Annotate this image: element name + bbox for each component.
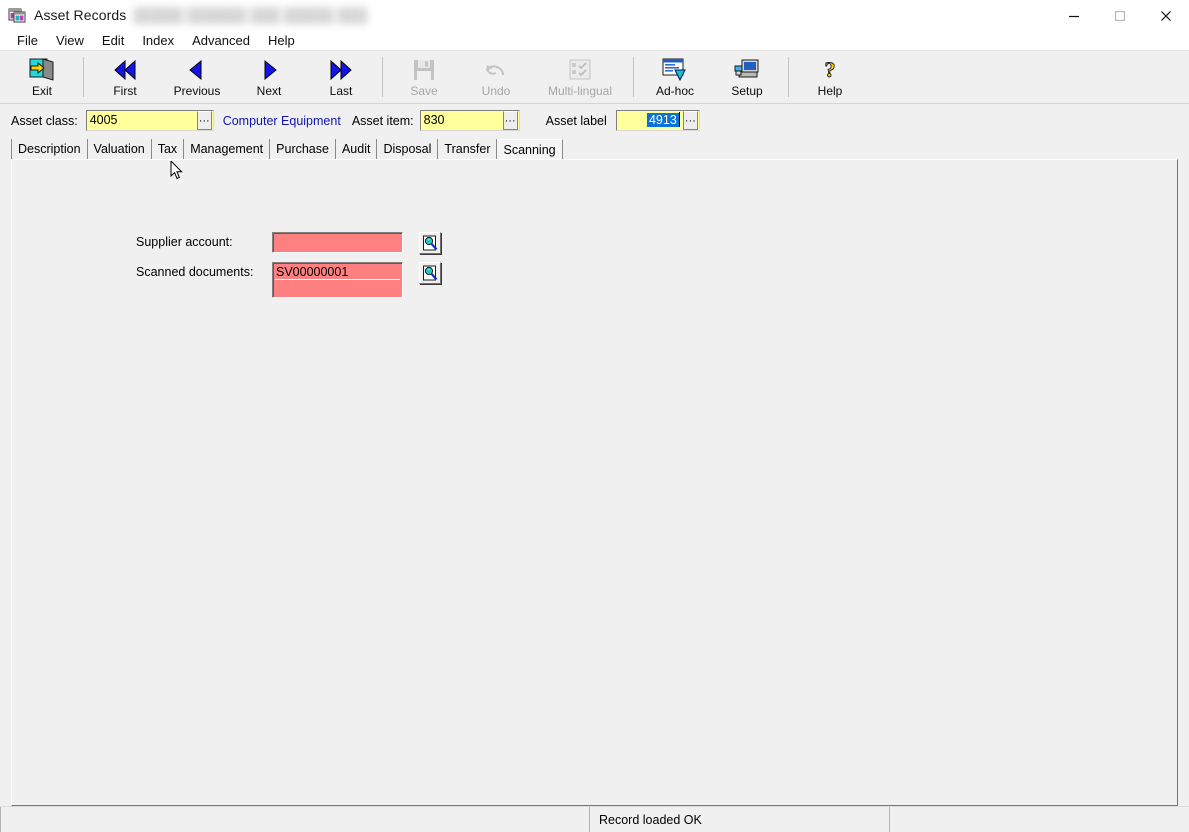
tab-transfer[interactable]: Transfer <box>438 139 498 159</box>
asset-class-lookup-button[interactable]: ··· <box>196 111 212 130</box>
tab-scanning[interactable]: Scanning <box>497 139 563 159</box>
toolbar-button-undo: Undo <box>460 52 532 102</box>
toolbar-button-save: Save <box>388 52 460 102</box>
asset-item-field[interactable]: ··· <box>419 110 520 131</box>
asset-label-lookup-button[interactable]: ··· <box>682 111 698 130</box>
previous-record-icon <box>183 57 211 83</box>
status-bar: Record loaded OK <box>0 806 1189 832</box>
tab-tax[interactable]: Tax <box>151 139 185 159</box>
last-record-icon <box>327 57 355 83</box>
tab-valuation[interactable]: Valuation <box>87 139 152 159</box>
toolbar-button-multi-lingual: Multi-lingual <box>532 52 628 102</box>
status-panel-right <box>890 807 1189 832</box>
close-button[interactable] <box>1143 0 1189 31</box>
scanning-tab-panel: Supplier account: Scanned documents: SV0… <box>11 159 1178 806</box>
minimize-button[interactable] <box>1051 0 1097 31</box>
menu-index[interactable]: Index <box>133 32 183 50</box>
toolbar-button-first[interactable]: First <box>89 52 161 102</box>
magnifier-document-icon <box>422 265 437 280</box>
save-disk-icon <box>410 57 438 83</box>
menu-file[interactable]: File <box>8 32 47 50</box>
exit-door-icon <box>28 57 56 83</box>
menu-advanced[interactable]: Advanced <box>183 32 259 50</box>
toolbar-separator <box>382 57 383 97</box>
setup-computer-icon <box>733 57 761 83</box>
toolbar-label-previous: Previous <box>173 83 221 98</box>
toolbar-button-previous[interactable]: Previous <box>161 52 233 102</box>
status-panel-message: Record loaded OK <box>590 807 890 832</box>
toolbar-button-adhoc[interactable]: Ad-hoc <box>639 52 711 102</box>
toolbar-label-help: Help <box>817 83 843 98</box>
toolbar-separator <box>788 57 789 97</box>
toolbar-button-setup[interactable]: Setup <box>711 52 783 102</box>
window-title: Asset Records <box>34 7 127 23</box>
toolbar-button-help[interactable]: ? Help <box>794 52 866 102</box>
svg-text:?: ? <box>825 58 836 82</box>
supplier-account-label: Supplier account: <box>136 235 233 249</box>
menu-edit[interactable]: Edit <box>93 32 133 50</box>
multi-lingual-icon <box>566 57 594 83</box>
supplier-account-input[interactable] <box>272 232 403 253</box>
tab-disposal[interactable]: Disposal <box>377 139 439 159</box>
toolbar-separator <box>83 57 84 97</box>
asset-item-lookup-button[interactable]: ··· <box>502 111 518 130</box>
tab-audit[interactable]: Audit <box>335 139 378 159</box>
window-title-redacted: █████ ██████ ███ █████ ███ <box>133 7 368 23</box>
asset-label-selected-value: 4913 <box>646 113 679 127</box>
toolbar-label-adhoc: Ad-hoc <box>655 83 695 98</box>
title-bar: Asset Records █████ ██████ ███ █████ ███ <box>0 0 1189 31</box>
toolbar-label-exit: Exit <box>31 83 52 98</box>
toolbar: Exit First Previous Next Last Save Undo … <box>0 51 1189 104</box>
toolbar-button-next[interactable]: Next <box>233 52 305 102</box>
maximize-button[interactable] <box>1097 0 1143 31</box>
toolbar-label-save: Save <box>410 83 438 98</box>
asset-class-description: Computer Equipment <box>222 113 341 128</box>
asset-class-field[interactable]: ··· <box>85 110 214 131</box>
asset-label-field[interactable]: 4913 ··· <box>615 110 700 131</box>
ad-hoc-report-icon <box>661 57 689 83</box>
toolbar-label-setup: Setup <box>731 83 763 98</box>
scanned-documents-list[interactable]: SV00000001 <box>272 262 403 298</box>
menu-view[interactable]: View <box>47 32 93 50</box>
supplier-account-lookup-button[interactable] <box>419 232 441 254</box>
tab-strip: Description Valuation Tax Management Pur… <box>0 137 1189 159</box>
toolbar-button-last[interactable]: Last <box>305 52 377 102</box>
tab-description[interactable]: Description <box>11 139 88 159</box>
supplier-account-row: Supplier account: <box>136 232 441 254</box>
scanned-documents-label: Scanned documents: <box>136 265 254 279</box>
list-item[interactable] <box>275 280 400 296</box>
scanned-documents-lookup-button[interactable] <box>419 262 441 284</box>
tab-management[interactable]: Management <box>184 139 271 159</box>
list-item[interactable]: SV00000001 <box>275 264 400 280</box>
status-panel-left <box>0 807 590 832</box>
window-controls <box>1051 0 1189 31</box>
toolbar-label-first: First <box>113 83 137 98</box>
asset-item-input[interactable] <box>420 111 503 130</box>
tab-purchase[interactable]: Purchase <box>270 139 336 159</box>
text-caret <box>678 112 680 127</box>
header-field-row: Asset class: ··· Computer Equipment Asse… <box>0 104 1189 137</box>
menu-help[interactable]: Help <box>259 32 304 50</box>
undo-arrow-icon <box>482 57 510 83</box>
asset-class-input[interactable] <box>86 111 197 130</box>
toolbar-label-multi-lingual: Undo <box>481 83 511 98</box>
menu-bar: File View Edit Index Advanced Help <box>0 31 1189 51</box>
toolbar-label-last: Last <box>329 83 353 98</box>
next-record-icon <box>255 57 283 83</box>
help-question-icon: ? <box>816 57 844 83</box>
first-record-icon <box>111 57 139 83</box>
asset-class-label: Asset class: <box>11 113 78 128</box>
asset-label-value-area[interactable]: 4913 <box>616 111 683 130</box>
toolbar-button-exit[interactable]: Exit <box>6 52 78 102</box>
scanned-documents-row: Scanned documents: SV00000001 <box>136 262 441 298</box>
asset-item-label: Asset item: <box>351 113 414 128</box>
toolbar-separator <box>633 57 634 97</box>
window-app-icon <box>8 6 26 24</box>
toolbar-label-next: Next <box>256 83 282 98</box>
asset-label-label: Asset label <box>545 113 607 128</box>
application-window: Asset Records █████ ██████ ███ █████ ███… <box>0 0 1189 832</box>
magnifier-document-icon <box>422 235 437 250</box>
toolbar-label-multi-lingual-text: Multi-lingual <box>547 83 613 98</box>
